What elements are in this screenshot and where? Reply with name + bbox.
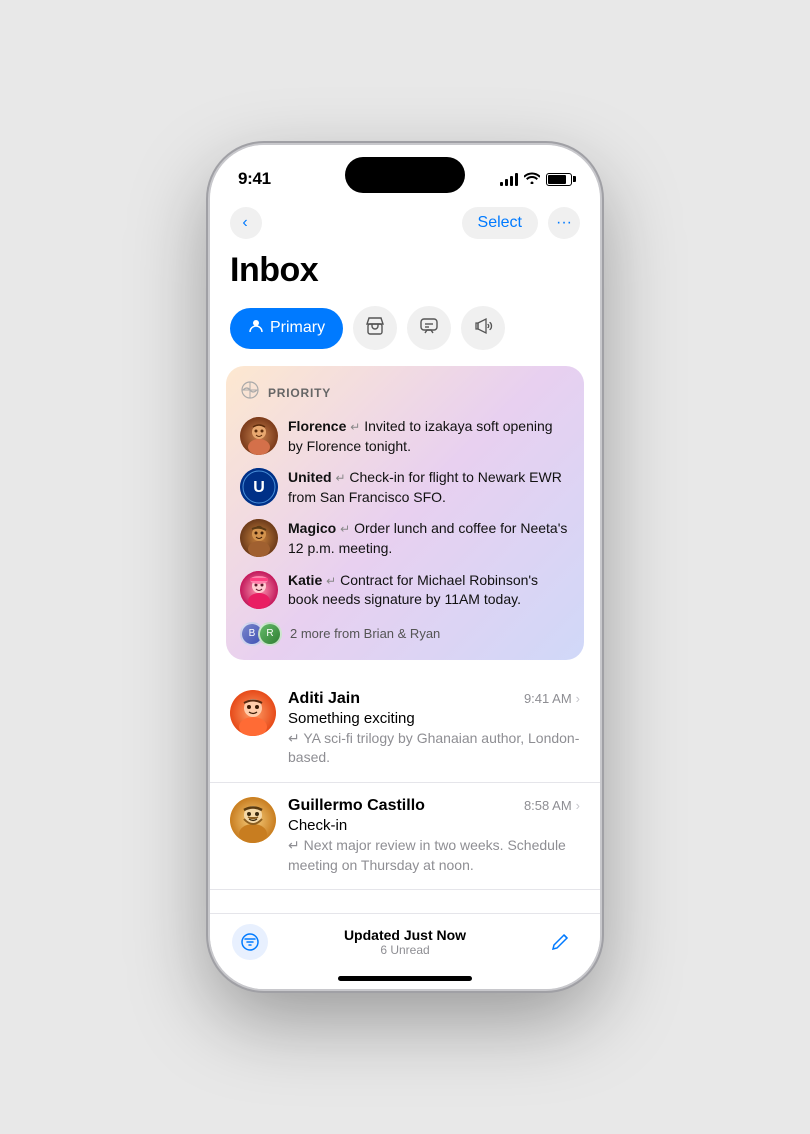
nav-bar: ‹ Select ··· xyxy=(210,199,600,247)
priority-more-row[interactable]: B R 2 more from Brian & Ryan xyxy=(240,622,570,646)
avatar-ryan: R xyxy=(258,622,282,646)
main-content: Inbox Primary xyxy=(210,247,600,913)
select-button[interactable]: Select xyxy=(462,207,538,239)
email-header-guillermo: Guillermo Castillo 8:58 AM › xyxy=(288,797,580,815)
back-icon: ‹ xyxy=(242,214,247,232)
compose-button[interactable] xyxy=(542,924,578,960)
page-title: Inbox xyxy=(210,247,600,306)
primary-person-icon xyxy=(248,318,264,339)
status-time: 9:41 xyxy=(238,169,271,189)
avatar-united: U xyxy=(240,468,278,506)
filter-button[interactable] xyxy=(232,924,268,960)
email-subject-aditi: Something exciting xyxy=(288,710,580,727)
priority-text-magico: Magico ↵ Order lunch and coffee for Neet… xyxy=(288,519,570,558)
tab-primary-label: Primary xyxy=(270,319,325,337)
tab-messages[interactable] xyxy=(407,306,451,350)
avatar-aditi xyxy=(230,690,276,736)
priority-header: PRIORITY xyxy=(240,380,570,405)
messages-icon xyxy=(419,316,439,341)
email-meta-guillermo: 8:58 AM › xyxy=(524,798,580,813)
priority-more-text: 2 more from Brian & Ryan xyxy=(290,626,440,641)
avatar-florence xyxy=(240,417,278,455)
email-item-aditi[interactable]: Aditi Jain 9:41 AM › Something exciting … xyxy=(210,676,600,783)
email-header-aditi: Aditi Jain 9:41 AM › xyxy=(288,690,580,708)
svg-text:U: U xyxy=(253,479,265,496)
tab-primary[interactable]: Primary xyxy=(230,308,343,349)
promotions-icon xyxy=(473,316,493,341)
email-preview-guillermo: ↵ Next major review in two weeks. Schedu… xyxy=(288,836,580,875)
nav-right-buttons: Select ··· xyxy=(462,207,580,239)
email-item-guillermo[interactable]: Guillermo Castillo 8:58 AM › Check-in ↵ … xyxy=(210,783,600,890)
chevron-guillermo: › xyxy=(576,798,580,813)
updated-text: Updated Just Now xyxy=(344,927,466,943)
bottom-bar: Updated Just Now 6 Unread xyxy=(210,913,600,970)
avatar-guillermo xyxy=(230,797,276,843)
email-meta-aditi: 9:41 AM › xyxy=(524,691,580,706)
status-bar: 9:41 xyxy=(210,145,600,199)
status-icons xyxy=(500,172,572,187)
priority-text-florence: Florence ↵ Invited to izakaya soft openi… xyxy=(288,417,570,456)
email-sender-aditi: Aditi Jain xyxy=(288,690,360,708)
email-time-aditi: 9:41 AM xyxy=(524,691,572,706)
priority-item-magico[interactable]: Magico ↵ Order lunch and coffee for Neet… xyxy=(240,519,570,558)
chevron-aditi: › xyxy=(576,691,580,706)
shopping-icon xyxy=(365,316,385,341)
email-content-aditi: Aditi Jain 9:41 AM › Something exciting … xyxy=(288,690,580,768)
email-preview-aditi: ↵ YA sci-fi trilogy by Ghanaian author, … xyxy=(288,729,580,768)
priority-text-united: United ↵ Check-in for flight to Newark E… xyxy=(288,468,570,507)
home-indicator xyxy=(338,976,472,981)
priority-item-katie[interactable]: Katie ↵ Contract for Michael Robinson's … xyxy=(240,571,570,610)
dynamic-island xyxy=(345,157,465,193)
back-button[interactable]: ‹ xyxy=(230,207,262,239)
bottom-status: Updated Just Now 6 Unread xyxy=(344,927,466,957)
signal-icon xyxy=(500,173,518,186)
priority-item-florence[interactable]: Florence ↵ Invited to izakaya soft openi… xyxy=(240,417,570,456)
tab-promotions[interactable] xyxy=(461,306,505,350)
priority-emoji xyxy=(240,380,260,405)
email-sender-guillermo: Guillermo Castillo xyxy=(288,797,425,815)
priority-label: PRIORITY xyxy=(268,386,331,400)
avatar-magico xyxy=(240,519,278,557)
email-subject-guillermo: Check-in xyxy=(288,817,580,834)
wifi-icon xyxy=(524,172,540,187)
more-icon: ··· xyxy=(556,214,572,232)
unread-text: 6 Unread xyxy=(344,943,466,957)
email-content-guillermo: Guillermo Castillo 8:58 AM › Check-in ↵ … xyxy=(288,797,580,875)
priority-section[interactable]: PRIORITY xyxy=(226,366,584,660)
priority-item-united[interactable]: U United ↵ Check-in for flight to Newark… xyxy=(240,468,570,507)
more-button[interactable]: ··· xyxy=(548,207,580,239)
more-avatars: B R xyxy=(240,622,282,646)
tab-shopping[interactable] xyxy=(353,306,397,350)
filter-tabs: Primary xyxy=(210,306,600,366)
battery-icon xyxy=(546,173,572,186)
priority-text-katie: Katie ↵ Contract for Michael Robinson's … xyxy=(288,571,570,610)
email-time-guillermo: 8:58 AM xyxy=(524,798,572,813)
email-list: Aditi Jain 9:41 AM › Something exciting … xyxy=(210,676,600,890)
avatar-katie xyxy=(240,571,278,609)
